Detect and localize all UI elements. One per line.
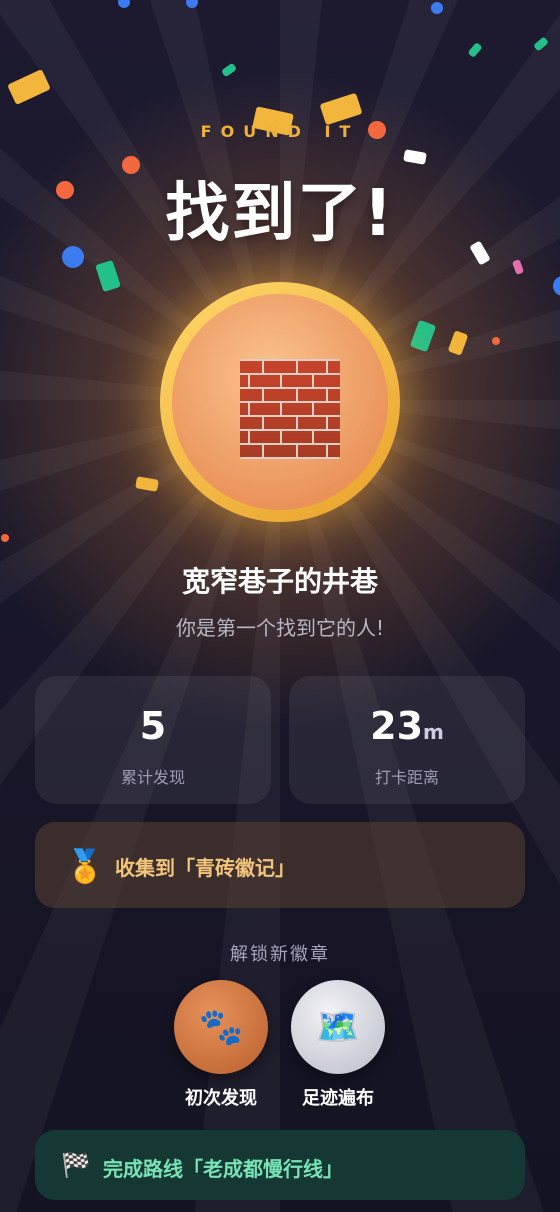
place-subtitle: 你是第一个找到它的人!: [175, 616, 385, 640]
badge-label: 足迹遍布: [302, 1088, 374, 1109]
place-name: 宽窄巷子的井巷: [181, 565, 378, 598]
stat-value: 23: [370, 704, 424, 748]
stat-card-distance: 23m 打卡距离: [289, 676, 525, 804]
badge-label: 初次发现: [185, 1088, 257, 1109]
map-icon: 🗺️: [291, 980, 385, 1074]
stat-card-discoveries: 5 累计发现: [35, 676, 271, 804]
stat-value: 5: [139, 704, 167, 748]
badges-section-title: 解锁新徽章: [230, 944, 330, 965]
stat-label: 累计发现: [120, 768, 185, 787]
stat-unit: m: [423, 720, 444, 744]
checkered-flag-icon: 🏁: [61, 1151, 91, 1179]
eyebrow-label: FOUND IT: [200, 122, 360, 141]
found-medal: [160, 282, 400, 522]
badge-first-discovery[interactable]: 🐾 初次发现: [173, 980, 269, 1110]
page-title: 找到了!: [165, 177, 395, 251]
route-complete-banner[interactable]: 🏁 完成路线「老成都慢行线」: [35, 1130, 525, 1200]
brick-wall-icon: [240, 359, 340, 459]
collection-banner[interactable]: 🏅 收集到「青砖徽记」: [35, 822, 525, 908]
paw-prints-icon: 🐾: [174, 980, 268, 1074]
badge-footprints[interactable]: 🗺️ 足迹遍布: [290, 980, 386, 1110]
medal-icon: 🏅: [65, 847, 105, 885]
stat-label: 打卡距离: [374, 768, 439, 787]
route-text: 完成路线「老成都慢行线」: [103, 1157, 343, 1181]
collection-text: 收集到「青砖徽记」: [115, 856, 295, 880]
